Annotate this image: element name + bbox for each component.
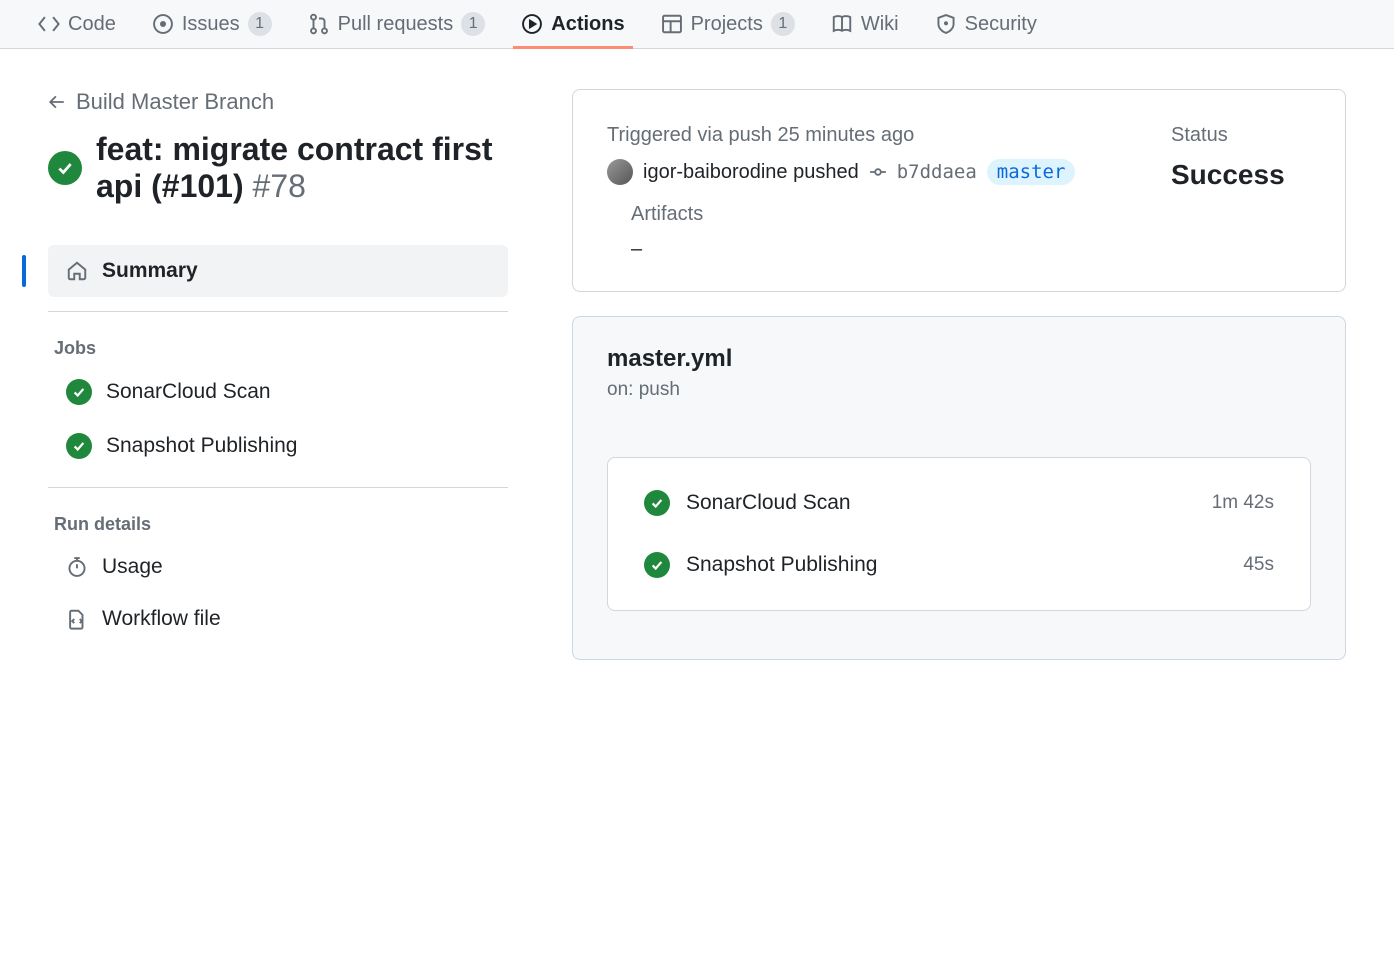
workflow-panel: master.yml on: push SonarCloud Scan 1m 4… [572,316,1346,660]
check-circle-icon [66,379,92,405]
artifacts-value: – [631,238,1123,261]
run-number: #78 [253,168,306,204]
check-circle-icon [644,552,670,578]
tab-pulls-label: Pull requests [338,13,454,36]
play-icon [521,13,543,35]
tab-code[interactable]: Code [24,0,130,48]
divider [48,311,508,312]
back-link[interactable]: Build Master Branch [48,89,274,115]
sidebar-job-sonarcloud[interactable]: SonarCloud Scan [48,365,508,419]
tab-projects-label: Projects [691,13,763,36]
pushed-word: pushed [788,161,859,183]
branch-label[interactable]: master [987,159,1076,185]
page-title-row: feat: migrate contract first api (#101) … [48,131,508,205]
stopwatch-icon [66,556,88,578]
sidebar-usage[interactable]: Usage [48,541,508,593]
job-label: Snapshot Publishing [106,434,297,458]
commit-sha[interactable]: b7ddaea [897,161,977,183]
sidebar-summary-label: Summary [102,259,198,283]
tab-actions-label: Actions [551,13,624,36]
workflow-file-name: master.yml [607,345,1311,373]
artifacts-label: Artifacts [631,203,1123,226]
tab-wiki-label: Wiki [861,13,899,36]
run-details-header: Run details [48,502,508,541]
book-icon [831,13,853,35]
tab-actions[interactable]: Actions [507,0,638,48]
workflow-file-icon [66,608,88,630]
sidebar-workflow-file[interactable]: Workflow file [48,593,508,645]
actor-link[interactable]: igor-baiborodine [643,161,788,183]
issues-count: 1 [248,12,272,36]
check-circle-icon [66,433,92,459]
shield-icon [935,13,957,35]
breadcrumb: Build Master Branch [48,89,508,115]
sidebar-job-snapshot[interactable]: Snapshot Publishing [48,419,508,473]
tab-issues[interactable]: Issues 1 [138,0,286,48]
tab-security[interactable]: Security [921,0,1051,48]
job-row-sonarcloud[interactable]: SonarCloud Scan 1m 42s [636,472,1282,534]
home-icon [66,260,88,282]
issue-icon [152,13,174,35]
code-icon [38,13,60,35]
check-circle-icon [644,490,670,516]
tab-issues-label: Issues [182,13,240,36]
projects-count: 1 [771,12,795,36]
pulls-count: 1 [461,12,485,36]
workflow-on-line: on: push [607,379,1311,401]
job-name: Snapshot Publishing [686,553,1227,577]
tab-code-label: Code [68,13,116,36]
tab-security-label: Security [965,13,1037,36]
back-label: Build Master Branch [76,89,274,115]
tab-wiki[interactable]: Wiki [817,0,913,48]
workflow-file-label: Workflow file [102,607,221,631]
usage-label: Usage [102,555,163,579]
job-time: 1m 42s [1212,492,1274,514]
table-icon [661,13,683,35]
job-name: SonarCloud Scan [686,491,1196,515]
tab-pulls[interactable]: Pull requests 1 [294,0,500,48]
jobs-header: Jobs [48,326,508,365]
job-time: 45s [1243,554,1274,576]
repo-nav: Code Issues 1 Pull requests 1 Actions Pr… [0,0,1394,49]
arrow-left-icon [48,93,66,111]
pull-request-icon [308,13,330,35]
job-label: SonarCloud Scan [106,380,271,404]
tab-projects[interactable]: Projects 1 [647,0,809,48]
status-value: Success [1171,159,1311,191]
page-title: feat: migrate contract first api (#101) … [96,131,508,205]
avatar [607,159,633,185]
commit-icon [869,163,887,181]
trigger-line: Triggered via push 25 minutes ago [607,124,1123,147]
check-circle-icon [48,151,82,185]
push-line: igor-baiborodine pushed b7ddaea master [607,159,1123,185]
sidebar-summary[interactable]: Summary [48,245,508,297]
summary-panel: Triggered via push 25 minutes ago igor-b… [572,89,1346,292]
job-card: SonarCloud Scan 1m 42s Snapshot Publishi… [607,457,1311,611]
job-row-snapshot[interactable]: Snapshot Publishing 45s [636,534,1282,596]
status-label: Status [1171,124,1311,147]
divider [48,487,508,488]
